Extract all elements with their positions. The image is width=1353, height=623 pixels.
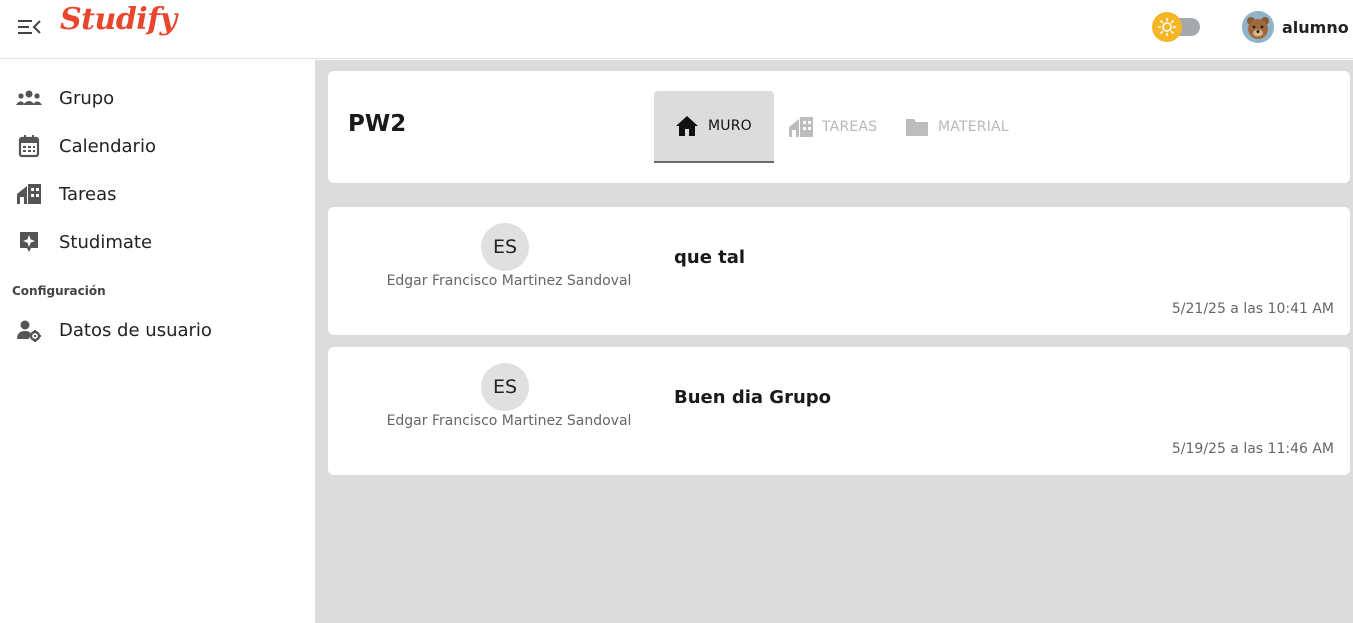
post-text: Buen dia Grupo bbox=[674, 387, 832, 408]
sidebar-item-grupo[interactable]: Grupo bbox=[0, 78, 315, 118]
tab-label: MATERIAL bbox=[938, 119, 1009, 135]
post-timestamp: 5/21/25 a las 10:41 AM bbox=[1171, 301, 1334, 317]
page-title: PW2 bbox=[348, 111, 407, 137]
tab-label: MURO bbox=[708, 118, 752, 134]
calendar-icon bbox=[15, 132, 43, 160]
avatar bbox=[1242, 11, 1274, 43]
post-author: Edgar Francisco Martinez Sandoval bbox=[386, 273, 632, 289]
tasks-icon bbox=[788, 114, 814, 140]
sidebar-item-label: Datos de usuario bbox=[59, 319, 212, 341]
sidebar-item-tareas[interactable]: Tareas bbox=[0, 174, 315, 214]
post-text: que tal bbox=[674, 247, 746, 268]
home-icon bbox=[674, 113, 700, 139]
group-icon bbox=[15, 84, 43, 112]
folder-icon bbox=[904, 114, 930, 140]
sidebar-item-label: Studimate bbox=[59, 231, 153, 253]
sidebar-item-label: Grupo bbox=[59, 87, 115, 109]
author-avatar: ES bbox=[481, 363, 529, 411]
author-avatar: ES bbox=[481, 223, 529, 271]
app-logo[interactable]: Studify bbox=[60, 2, 177, 37]
user-name: alumno bbox=[1282, 17, 1349, 37]
main-content: PW2 MURO TAREAS MATERIAL ES Edgar Franci… bbox=[315, 60, 1353, 623]
sidebar-item-label: Calendario bbox=[59, 135, 156, 157]
theme-toggle[interactable] bbox=[1152, 12, 1202, 42]
sidebar-item-label: Tareas bbox=[59, 183, 117, 205]
course-header: PW2 MURO TAREAS MATERIAL bbox=[328, 71, 1350, 183]
section-label: Configuración bbox=[12, 284, 106, 298]
user-settings-icon bbox=[15, 316, 43, 344]
top-bar: Studify alumno bbox=[0, 0, 1353, 59]
sidebar-item-calendario[interactable]: Calendario bbox=[0, 126, 315, 166]
post-card[interactable]: ES Edgar Francisco Martinez Sandoval que… bbox=[328, 207, 1350, 335]
user-menu[interactable]: alumno bbox=[1242, 11, 1349, 43]
tasks-icon bbox=[15, 180, 43, 208]
tab-muro[interactable]: MURO bbox=[654, 91, 774, 163]
sidebar-item-studimate[interactable]: Studimate bbox=[0, 222, 315, 262]
sparkle-icon bbox=[15, 228, 43, 256]
tab-tareas[interactable]: TAREAS bbox=[788, 91, 877, 163]
tab-label: TAREAS bbox=[822, 119, 878, 135]
tab-material[interactable]: MATERIAL bbox=[904, 91, 1009, 163]
sidebar-item-datos-de-usuario[interactable]: Datos de usuario bbox=[0, 310, 315, 350]
post-author: Edgar Francisco Martinez Sandoval bbox=[386, 413, 632, 429]
menu-collapse-icon[interactable] bbox=[16, 16, 42, 38]
sun-icon bbox=[1152, 12, 1182, 42]
sidebar: Grupo Calendario Tareas Studimate Config… bbox=[0, 60, 315, 623]
post-card[interactable]: ES Edgar Francisco Martinez Sandoval Bue… bbox=[328, 347, 1350, 475]
post-timestamp: 5/19/25 a las 11:46 AM bbox=[1171, 441, 1334, 457]
